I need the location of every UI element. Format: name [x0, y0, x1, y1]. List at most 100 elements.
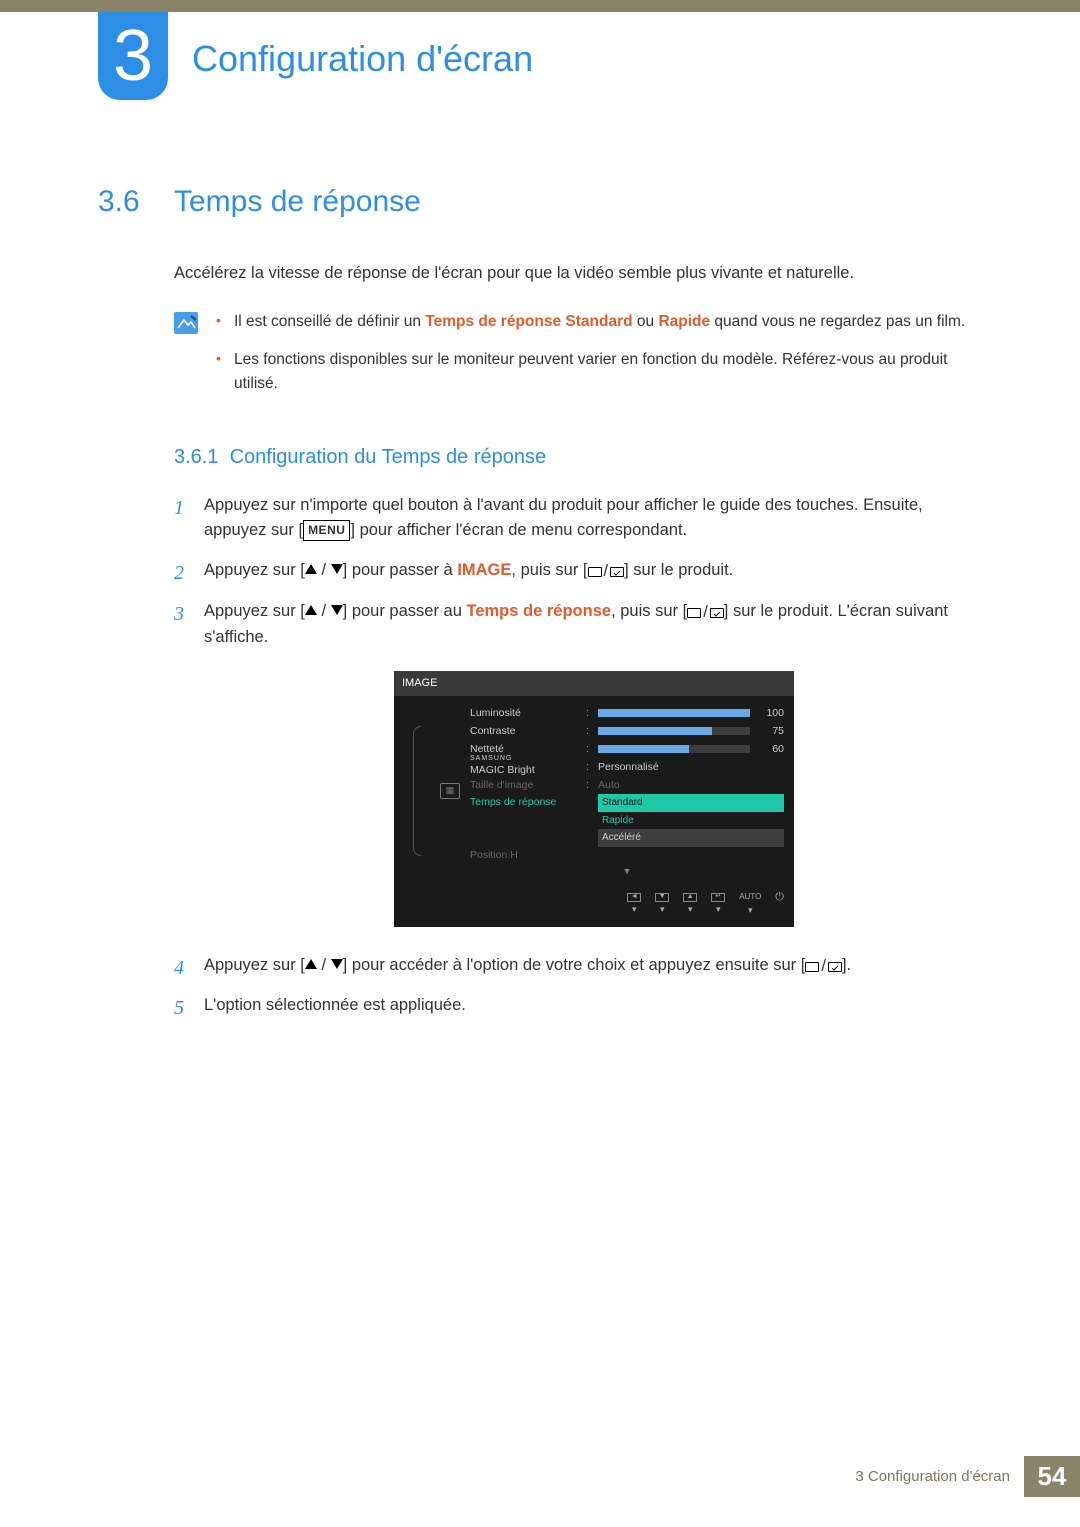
osd-value: 75 [756, 723, 784, 739]
step-3: 3 Appuyez sur [ / ] pour passer au Temps… [174, 599, 984, 927]
osd-row-posh: Position H [470, 847, 784, 865]
step-text: ]. [842, 956, 851, 974]
step-1: 1 Appuyez sur n'importe quel bouton à l'… [174, 493, 984, 544]
step-text: ] pour passer à [343, 561, 458, 579]
note-block: Il est conseillé de définir un Temps de … [174, 310, 984, 410]
step-number: 2 [174, 558, 184, 589]
steps-list: 1 Appuyez sur n'importe quel bouton à l'… [174, 493, 984, 1019]
osd-value: 60 [756, 741, 784, 757]
rect-icon [687, 608, 701, 618]
enter-icon-pair: / [805, 954, 842, 980]
note-text: ou [633, 313, 659, 330]
subsection-number: 3.6.1 [174, 446, 218, 468]
osd-samsung-text: SAMSUNG [470, 756, 580, 762]
osd-text-value: Personnalisé [598, 759, 659, 775]
osd-option: Accéléré [598, 829, 784, 847]
triangle-down-icon [331, 564, 343, 574]
osd-left-column [404, 704, 430, 878]
step-text: , puis sur [ [611, 602, 687, 620]
chapter-title: Configuration d'écran [192, 38, 533, 80]
note-text: Il est conseillé de définir un [234, 313, 425, 330]
osd-label: Position H [470, 847, 580, 863]
step-2: 2 Appuyez sur [ / ] pour passer à IMAGE,… [174, 558, 984, 585]
osd-colon [586, 794, 592, 811]
osd-colon: : [586, 777, 592, 794]
osd-value: 100 [756, 705, 784, 721]
triangle-down-icon [331, 959, 343, 969]
step-text: ] pour afficher l'écran de menu correspo… [350, 521, 687, 539]
note-icon [174, 312, 198, 334]
note-list: Il est conseillé de définir un Temps de … [216, 310, 984, 410]
osd-footer-up-icon: ▲▾ [683, 893, 697, 917]
step-number: 4 [174, 953, 184, 984]
osd-option: Rapide [598, 812, 784, 830]
note-highlight: Temps de réponse Standard [425, 313, 632, 330]
step-text: L'option sélectionnée est appliquée. [204, 996, 466, 1014]
osd-label: SAMSUNGMAGIC Bright [470, 756, 580, 779]
osd-row-taille: Taille d'image : Auto [470, 776, 784, 794]
page-content: 3.6 Temps de réponse Accélérez la vitess… [98, 185, 984, 1033]
step-4: 4 Appuyez sur [ / ] pour accéder à l'opt… [174, 953, 984, 980]
osd-colon: : [586, 723, 592, 740]
section-heading: 3.6 Temps de réponse [98, 185, 984, 219]
rect-icon [805, 962, 819, 972]
osd-option-selected: Standard [598, 794, 784, 812]
subsection-heading: 3.6.1 Configuration du Temps de réponse [174, 446, 984, 469]
menu-key-icon: MENU [303, 520, 350, 541]
step-text: Appuyez sur [ [204, 956, 305, 974]
osd-colon: : [586, 705, 592, 722]
osd-image-icon: ▦ [440, 783, 460, 799]
osd-slider-fill [598, 709, 750, 717]
osd-scroll-down-icon: ▼ [470, 865, 784, 879]
osd-colon: : [586, 741, 592, 758]
subsection-title: Configuration du Temps de réponse [230, 446, 547, 468]
osd-slider-fill [598, 745, 689, 753]
osd-text-value: Auto [598, 777, 620, 793]
osd-slider [598, 745, 750, 753]
osd-label: Contraste [470, 723, 580, 739]
step-5: 5 L'option sélectionnée est appliquée. [174, 993, 984, 1019]
note-text: quand vous ne regardez pas un film. [710, 313, 965, 330]
osd-footer-back-icon: ◄▾ [627, 893, 641, 917]
step-text: ] pour passer au [343, 602, 467, 620]
step-text: ] sur le produit. [624, 561, 733, 579]
osd-header: IMAGE [394, 671, 794, 696]
osd-slider [598, 709, 750, 717]
osd-row-luminosite: Luminosité : 100 [470, 704, 784, 722]
step-text: Appuyez sur [ [204, 602, 305, 620]
page-footer: 3 Configuration d'écran 54 [841, 1456, 1080, 1497]
step-text: , puis sur [ [511, 561, 587, 579]
enter-icon-pair: / [687, 600, 724, 626]
osd-screenshot: IMAGE ▦ Luminosité : 100 [394, 671, 794, 926]
triangle-down-icon [331, 605, 343, 615]
osd-row-temps: Temps de réponse Standard Rapide Accélér… [470, 794, 784, 847]
osd-row-magic: SAMSUNGMAGIC Bright : Personnalisé [470, 758, 784, 776]
osd-rows: Luminosité : 100 Contraste : 75 Ne [470, 704, 784, 878]
note-item-1: Il est conseillé de définir un Temps de … [216, 310, 984, 334]
intro-paragraph: Accélérez la vitesse de réponse de l'écr… [174, 261, 984, 286]
osd-label: Taille d'image [470, 777, 580, 793]
triangle-up-icon [305, 605, 317, 615]
step-text: Appuyez sur [ [204, 561, 305, 579]
osd-slider [598, 727, 750, 735]
footer-chapter-text: 3 Configuration d'écran [841, 1456, 1024, 1497]
osd-dropdown: Standard Rapide Accéléré [598, 794, 784, 847]
chapter-number-badge: 3 [98, 12, 168, 100]
enter-icon [610, 567, 624, 577]
note-highlight: Rapide [658, 313, 710, 330]
osd-footer-enter-icon: ↵▾ [711, 893, 725, 917]
osd-slider-fill [598, 727, 712, 735]
osd-bracket-icon [413, 726, 421, 856]
triangle-up-icon [305, 959, 317, 969]
step-number: 5 [174, 993, 184, 1024]
step-text: ] pour accéder à l'option de votre choix… [343, 956, 806, 974]
osd-row-contraste: Contraste : 75 [470, 722, 784, 740]
osd-magic-text: MAGIC [470, 764, 504, 776]
rect-icon [588, 567, 602, 577]
step-number: 3 [174, 599, 184, 630]
osd-label: Luminosité [470, 705, 580, 721]
osd-footer-power-icon: ⏻ [775, 889, 784, 921]
note-item-2: Les fonctions disponibles sur le moniteu… [216, 348, 984, 396]
osd-label-active: Temps de réponse [470, 794, 580, 810]
step-number: 1 [174, 493, 184, 524]
